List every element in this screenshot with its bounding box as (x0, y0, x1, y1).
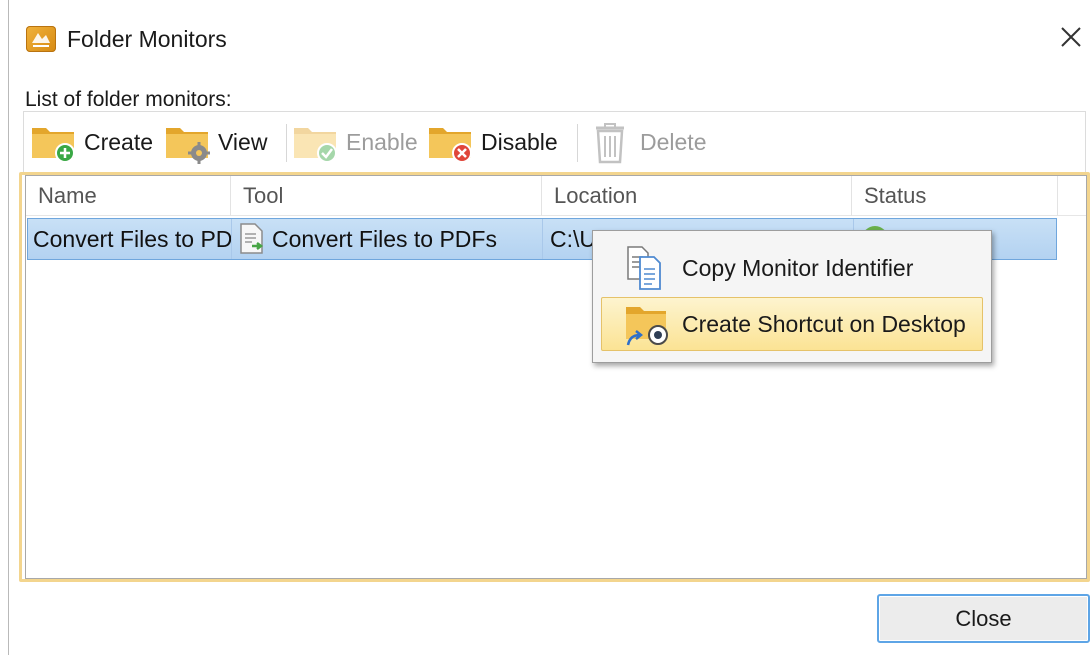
create-shortcut-on-desktop-label: Create Shortcut on Desktop (682, 310, 966, 337)
disable-label: Disable (481, 128, 558, 155)
title-bar: Folder Monitors (9, 0, 1090, 78)
row-name: Convert Files to PDFs (33, 226, 232, 252)
folder-settings-icon (164, 120, 212, 164)
row-tool: Convert Files to PDFs (272, 226, 497, 252)
delete-label: Delete (640, 128, 707, 155)
create-label: Create (84, 128, 154, 155)
close-icon[interactable] (1056, 22, 1086, 52)
convert-tool-icon (238, 219, 266, 259)
create-shortcut-on-desktop-item[interactable]: Create Shortcut on Desktop (601, 297, 983, 351)
trash-icon (586, 120, 634, 164)
folder-disable-icon (427, 120, 475, 164)
list-caption: List of folder monitors: (25, 88, 232, 111)
toolbar-separator (286, 124, 287, 162)
enable-button[interactable]: Enable (292, 120, 418, 164)
delete-button[interactable]: Delete (586, 120, 706, 164)
copy-monitor-identifier-label: Copy Monitor Identifier (682, 254, 914, 281)
monitor-toolbar: Create View Enable Disable Delete (23, 111, 1086, 172)
row-name-cell: Convert Files to PDFs (28, 219, 232, 259)
folder-shortcut-icon (624, 301, 670, 347)
row-tool-cell: Convert Files to PDFs (232, 219, 543, 259)
column-name[interactable]: Name (26, 176, 231, 216)
dialog-title: Folder Monitors (67, 26, 227, 52)
copy-document-icon (624, 245, 670, 291)
close-button[interactable]: Close (877, 594, 1090, 643)
enable-label: Enable (346, 128, 418, 155)
create-button[interactable]: Create (30, 120, 153, 164)
toolbar-separator (577, 124, 578, 162)
view-button[interactable]: View (164, 120, 267, 164)
folder-enable-icon (292, 120, 340, 164)
column-location[interactable]: Location (542, 176, 852, 216)
column-header-row: Name Tool Location Status (26, 176, 1086, 216)
view-label: View (218, 128, 268, 155)
column-tool[interactable]: Tool (231, 176, 542, 216)
column-status[interactable]: Status (852, 176, 1058, 216)
disable-button[interactable]: Disable (427, 120, 558, 164)
folder-add-icon (30, 120, 78, 164)
folder-monitors-dialog: Folder Monitors List of folder monitors:… (8, 0, 1090, 655)
context-menu: Copy Monitor Identifier Create Shortcut … (592, 230, 992, 363)
app-logo-icon (26, 26, 56, 52)
copy-monitor-identifier-item[interactable]: Copy Monitor Identifier (601, 241, 983, 295)
